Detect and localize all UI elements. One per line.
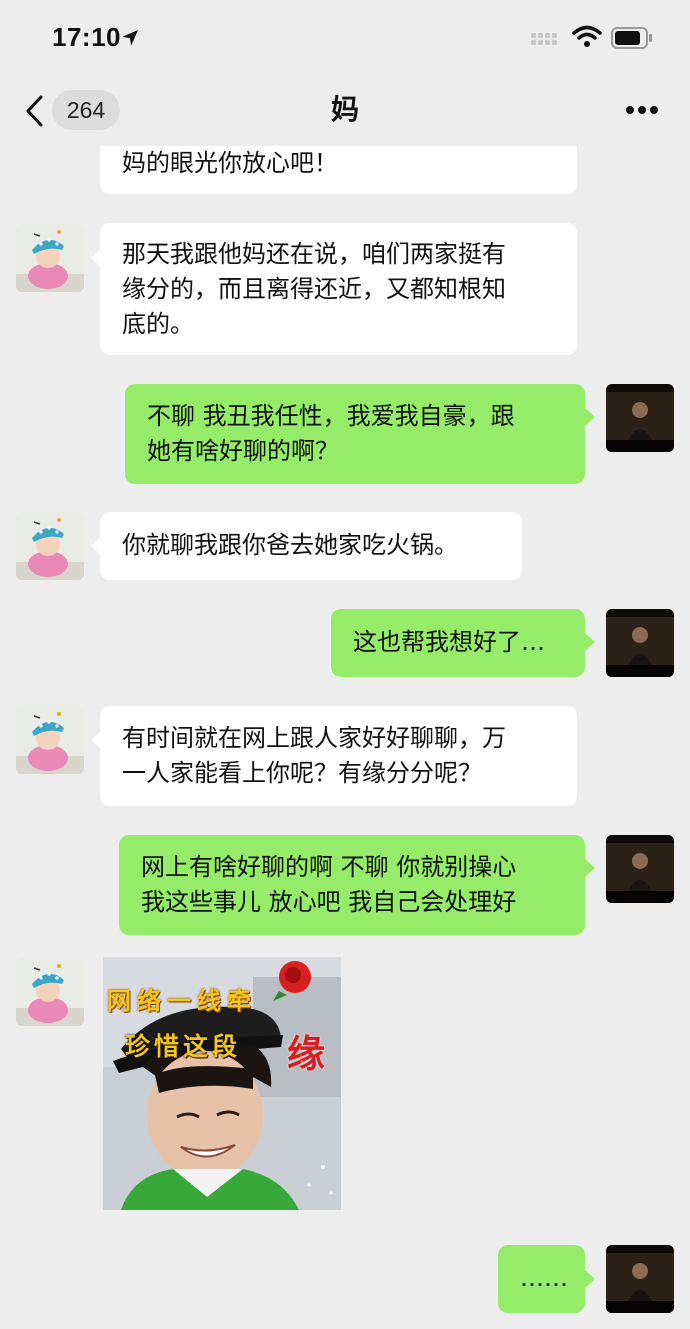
wifi-icon — [572, 25, 602, 47]
baby-avatar-icon — [16, 512, 84, 580]
message-bubble[interactable]: 有时间就在网上跟人家好好聊聊，万 一人家能看上你呢？有缘分分呢？ — [100, 706, 577, 806]
chevron-left-icon[interactable] — [24, 94, 46, 128]
message-bubble[interactable]: 这也帮我想好了… — [331, 609, 585, 677]
baby-avatar-icon — [16, 224, 84, 292]
message-bubble[interactable]: 那天我跟他妈还在说，咱们两家挺有 缘分的，而且离得还近，又都知根知 底的。 — [100, 223, 577, 355]
user-avatar-icon — [606, 835, 674, 903]
avatar-mom[interactable] — [16, 512, 84, 580]
status-bar: 17:10 — [0, 0, 690, 76]
avatar-mom[interactable] — [16, 958, 84, 1026]
sticker-image[interactable]: 网络一线牵 珍惜这段 缘 — [103, 957, 341, 1210]
avatar-mom[interactable] — [16, 706, 84, 774]
avatar-me[interactable] — [606, 609, 674, 677]
unread-count-badge[interactable]: 264 — [52, 90, 120, 130]
location-arrow-icon — [122, 30, 138, 46]
baby-avatar-icon — [16, 706, 84, 774]
sticker-caption-big: 缘 — [287, 1031, 326, 1076]
baby-avatar-icon — [16, 958, 84, 1026]
message-bubble[interactable]: 不聊 我丑我任性，我爱我自豪，跟 她有啥好聊的啊？ — [125, 384, 585, 484]
avatar-me[interactable] — [606, 835, 674, 903]
status-time: 17:10 — [52, 22, 121, 52]
message-bubble[interactable]: …… — [498, 1245, 585, 1313]
chat-header: 264 妈 — [0, 76, 690, 146]
message-list[interactable]: 妈的眼光你放心吧！ 那天我跟他妈还在说，咱们两家挺有 缘分的，而且离得还近，又都… — [0, 146, 690, 1329]
avatar-me[interactable] — [606, 384, 674, 452]
avatar-me[interactable] — [606, 1245, 674, 1313]
user-avatar-icon — [606, 609, 674, 677]
message-bubble[interactable]: 网上有啥好聊的啊 不聊 你就别操心 我这些事儿 放心吧 我自己会处理好 — [119, 835, 585, 935]
message-bubble[interactable]: 妈的眼光你放心吧！ — [100, 146, 577, 194]
message-bubble[interactable]: 你就聊我跟你爸去她家吃火锅。 — [100, 512, 522, 580]
sticker-caption-line2: 珍惜这段 — [125, 1032, 242, 1061]
more-dots-icon[interactable] — [624, 106, 660, 116]
avatar-mom[interactable] — [16, 224, 84, 292]
signal-icon — [531, 33, 563, 47]
user-avatar-icon — [606, 384, 674, 452]
user-avatar-icon — [606, 1245, 674, 1313]
sticker-caption-line1: 网络一线牵 — [107, 986, 257, 1015]
chat-title: 妈 — [330, 93, 359, 126]
battery-icon — [611, 27, 652, 49]
